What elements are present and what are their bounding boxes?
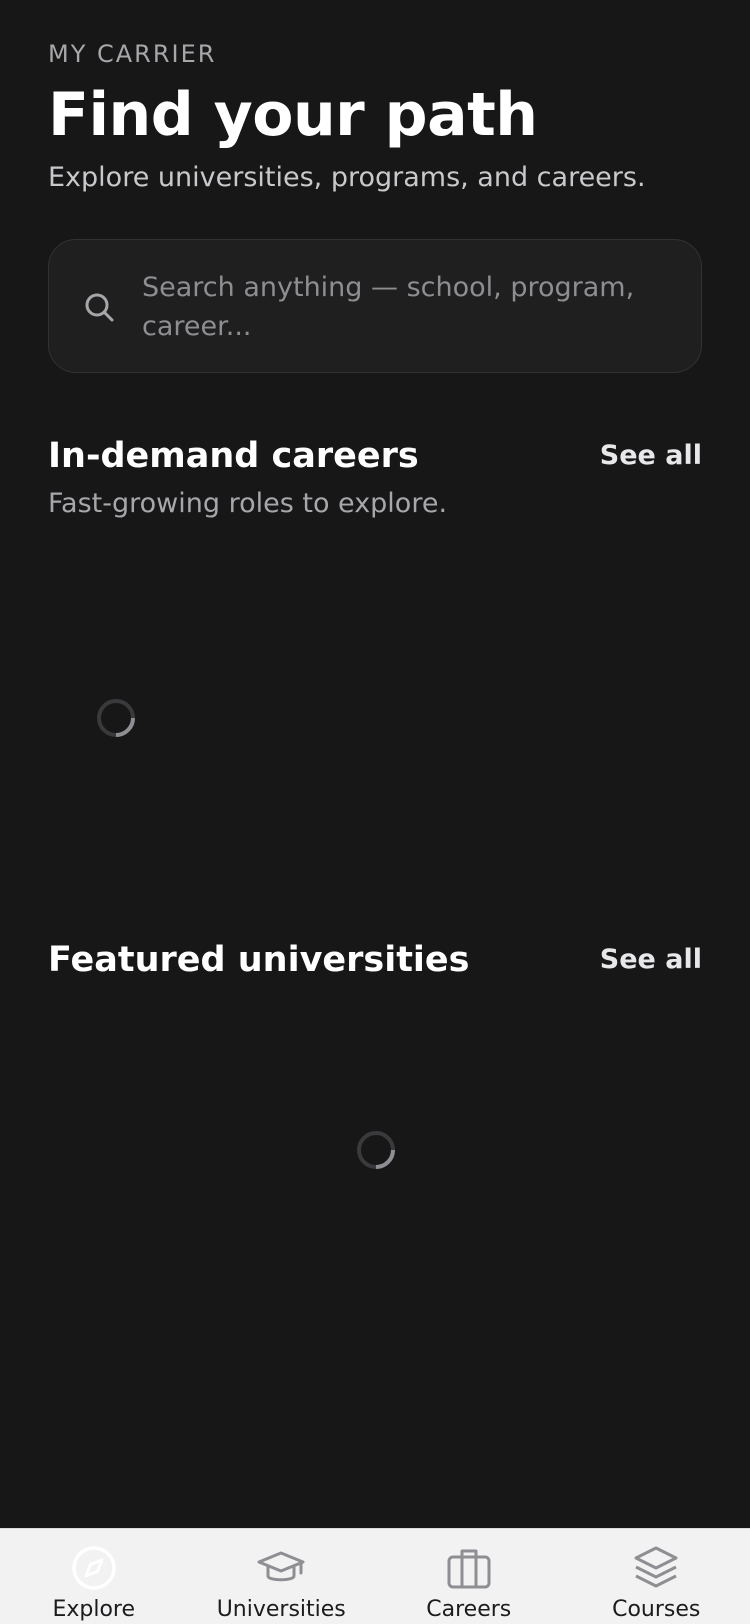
- tab-label: Explore: [52, 1597, 136, 1622]
- app-eyebrow: MY CARRIER: [48, 40, 217, 68]
- bottom-tab-bar: Explore Universities Careers Courses: [0, 1528, 750, 1624]
- careers-section-subtitle: Fast-growing roles to explore.: [48, 488, 448, 519]
- universities-loading-spinner: [357, 1131, 395, 1169]
- careers-see-all-link[interactable]: See all: [600, 440, 702, 471]
- tab-explore[interactable]: Explore: [0, 1529, 188, 1624]
- compass-icon: [72, 1546, 116, 1590]
- search-placeholder: Search anything — school, program, caree…: [142, 272, 635, 342]
- graduation-cap-icon: [257, 1551, 305, 1582]
- tab-label: Universities: [216, 1597, 346, 1622]
- universities-see-all-link[interactable]: See all: [600, 944, 702, 975]
- tab-careers[interactable]: Careers: [375, 1529, 563, 1624]
- page-subtitle: Explore universities, programs, and care…: [48, 162, 646, 193]
- careers-loading-spinner: [97, 699, 135, 737]
- careers-section-title: In-demand careers: [48, 436, 419, 476]
- page-title: Find your path: [48, 80, 538, 150]
- tab-universities[interactable]: Universities: [188, 1529, 376, 1624]
- search-icon: [85, 293, 114, 322]
- search-field[interactable]: Search anything — school, program, caree…: [48, 239, 702, 373]
- tab-courses[interactable]: Courses: [563, 1529, 750, 1624]
- tab-label: Courses: [612, 1597, 701, 1622]
- explore-screen: MY CARRIER Find your path Explore univer…: [0, 0, 750, 1624]
- layers-icon: [634, 1546, 678, 1588]
- universities-section-title: Featured universities: [48, 940, 470, 980]
- briefcase-icon: [447, 1549, 491, 1589]
- tab-label: Careers: [426, 1597, 512, 1622]
